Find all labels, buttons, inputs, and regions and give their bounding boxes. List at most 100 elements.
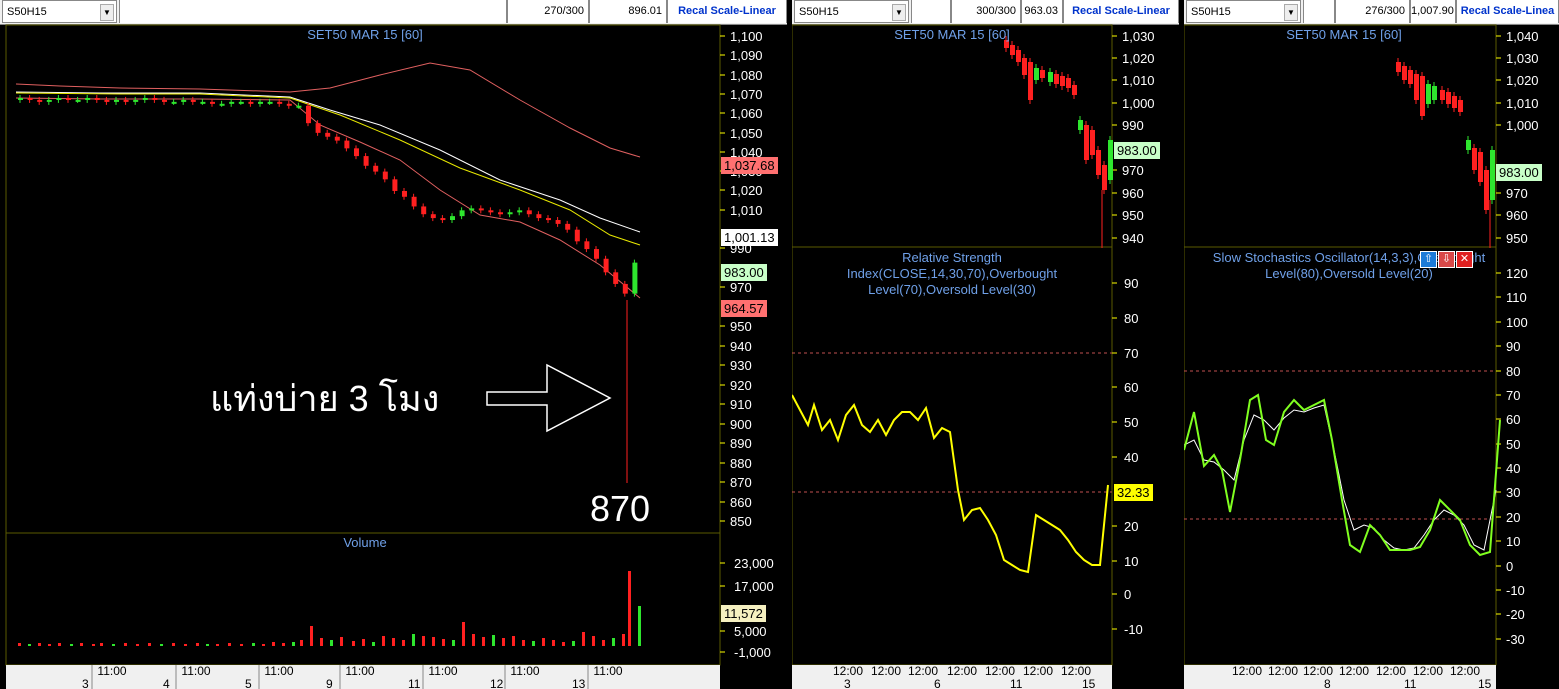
stochastic-chart[interactable]: 1,0401,0301,0201,0101,000990970960950120… xyxy=(1184,0,1559,689)
low-price-label: 870 xyxy=(590,488,651,529)
candle-body xyxy=(219,103,225,106)
candle-body xyxy=(46,99,52,102)
volume-bar xyxy=(292,642,295,646)
volume-bar xyxy=(262,644,265,646)
chart-pane-stochastic[interactable]: S50H15 ▼ 276/300 1,007.90 Recal Scale-Lin… xyxy=(1184,0,1559,689)
volume-tick-label: 5,000 xyxy=(734,624,767,639)
volume-bar xyxy=(310,626,313,646)
y-tick-label: 90 xyxy=(1124,276,1138,291)
candle-body xyxy=(1010,45,1015,55)
candle-body xyxy=(1078,120,1083,130)
rsi-line xyxy=(792,394,1109,574)
y-tick-label: -20 xyxy=(1506,607,1525,622)
candle-body xyxy=(1054,74,1059,84)
volume-bar xyxy=(216,644,219,646)
y-tick-label: 60 xyxy=(1506,412,1520,427)
volume-tick-label: 23,000 xyxy=(734,556,774,571)
day-label: 3 xyxy=(844,677,851,689)
moving-average-fast-line xyxy=(15,92,641,246)
volume-bar xyxy=(124,643,127,646)
volume-bar xyxy=(172,643,175,646)
candle-body xyxy=(1484,170,1489,210)
volume-bar xyxy=(112,644,115,646)
rsi-chart[interactable]: 1,030 1,020 1,010 1,000 990 970 960 950 940 90 80 7… xyxy=(792,0,1179,689)
volume-bar xyxy=(252,643,255,646)
volume-bar xyxy=(330,640,333,646)
day-label: 11 xyxy=(1010,677,1023,689)
y-tick-label: 910 xyxy=(730,397,752,412)
candle-body xyxy=(1446,92,1451,104)
volume-bar xyxy=(532,641,535,646)
candle-body xyxy=(277,101,283,104)
volume-bar xyxy=(512,636,515,646)
candle-body xyxy=(1452,96,1457,108)
candle-body xyxy=(37,99,43,102)
candle-body xyxy=(382,171,388,180)
volume-bar xyxy=(196,643,199,646)
volume-bar xyxy=(482,637,485,646)
upper-band-tag: 1,037.68 xyxy=(721,157,778,174)
volume-bar xyxy=(340,637,343,646)
candle-body xyxy=(1396,62,1401,72)
candle-body xyxy=(258,101,263,104)
day-label: 13 xyxy=(572,677,586,689)
volume-bar xyxy=(70,644,73,646)
y-tick-label: 1,030 xyxy=(1122,29,1155,44)
y-tick-label: 110 xyxy=(1506,290,1527,305)
rsi-title: Relative Strength Index(CLOSE,14,30,70),… xyxy=(846,250,1058,297)
chart-title: SET50 MAR 15 [60] xyxy=(1286,27,1402,42)
time-label: 12:00 xyxy=(1376,664,1406,678)
volume-bar xyxy=(136,644,139,646)
candle-body xyxy=(430,214,436,219)
volume-bar xyxy=(28,644,31,646)
chart-pane-main[interactable]: S50H15 ▼ 270/300 896.01 Recal Scale-Linea… xyxy=(0,0,787,689)
volume-tick-label: 17,000 xyxy=(734,579,774,594)
time-label: 12:00 xyxy=(1303,664,1333,678)
move-down-icon[interactable]: ⇩ xyxy=(1438,251,1455,268)
candle-body xyxy=(459,210,465,217)
candle-body xyxy=(1084,125,1089,160)
y-tick-label: 1,070 xyxy=(730,87,763,102)
day-label: 6 xyxy=(934,677,941,689)
candle-body xyxy=(123,99,129,102)
candle-body xyxy=(555,220,561,224)
y-tick-label: 950 xyxy=(1122,208,1144,223)
y-tick-label: 950 xyxy=(730,319,752,334)
stochastic-k-line xyxy=(1184,393,1501,557)
y-tick-label: 1,090 xyxy=(730,48,763,63)
y-tick-label: 900 xyxy=(730,417,752,432)
volume-bar xyxy=(18,643,21,646)
y-tick-label: 10 xyxy=(1506,534,1520,549)
candle-body xyxy=(440,218,446,221)
move-up-icon[interactable]: ⇧ xyxy=(1420,251,1437,268)
y-tick-label: 870 xyxy=(730,475,752,490)
bollinger-lower-line xyxy=(15,97,641,299)
volume-bar xyxy=(432,637,435,646)
time-label: 12:00 xyxy=(947,664,977,678)
candle-body xyxy=(1408,70,1413,84)
y-tick-label: 70 xyxy=(1124,346,1138,361)
candle-body xyxy=(488,210,494,213)
chart-title: SET50 MAR 15 [60] xyxy=(307,27,423,42)
volume-bar xyxy=(392,638,395,646)
candle-body xyxy=(162,99,167,102)
y-tick-label: -10 xyxy=(1124,622,1143,637)
close-icon[interactable]: ✕ xyxy=(1456,251,1473,268)
day-label: 12 xyxy=(490,677,504,689)
time-label: 12:00 xyxy=(1023,664,1053,678)
y-tick-label: 1,020 xyxy=(1506,73,1539,88)
volume-bar xyxy=(402,640,405,646)
day-label: 3 xyxy=(82,677,89,689)
time-label: 11:00 xyxy=(428,664,457,678)
y-tick-label: 960 xyxy=(1506,208,1528,223)
volume-bar xyxy=(240,644,243,646)
main-price-chart[interactable]: 1,1001,0901,0801,0701,0601,0501,0401,030… xyxy=(0,0,787,689)
volume-tag: 11,572 xyxy=(721,605,766,622)
y-tick-label: 1,080 xyxy=(730,68,763,83)
y-tick-label: 20 xyxy=(1506,510,1520,525)
candle-body xyxy=(325,132,331,137)
candle-body xyxy=(210,101,215,104)
y-tick-label: 960 xyxy=(1122,186,1144,201)
chart-pane-rsi[interactable]: S50H15 ▼ 300/300 963.03 Recal Scale-Linea… xyxy=(792,0,1179,689)
y-tick-label: 1,040 xyxy=(1506,29,1539,44)
